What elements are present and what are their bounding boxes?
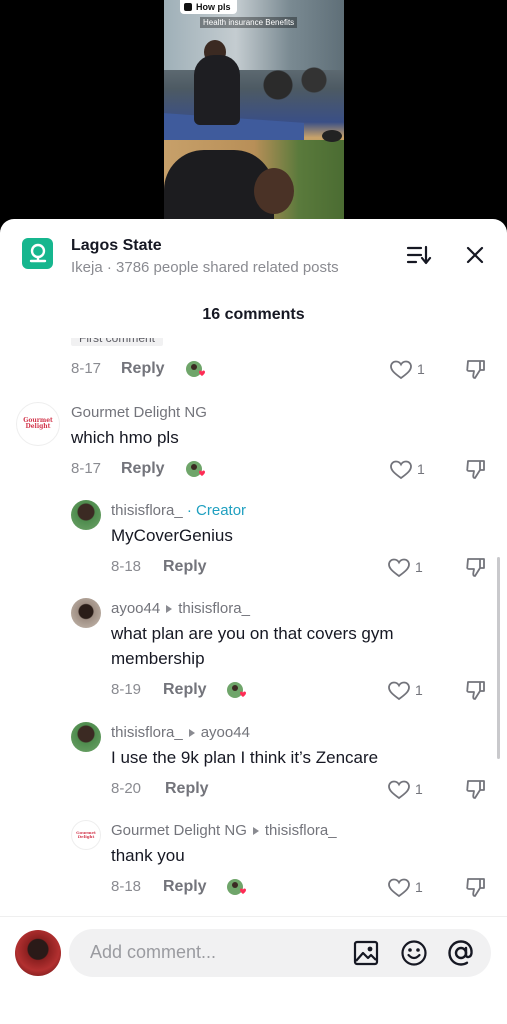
first-comment-tag: First comment	[71, 338, 164, 346]
comment-username[interactable]: thisisflora_ · Creator	[111, 502, 246, 519]
video-player[interactable]	[164, 0, 344, 222]
location-icon[interactable]	[22, 238, 53, 269]
sort-icon[interactable]	[406, 243, 432, 267]
reply-arrow-icon	[166, 604, 173, 613]
comment-date: 8-17	[71, 360, 102, 377]
reply-to-username: thisisflora_	[178, 600, 250, 617]
creator-badge: · Creator	[186, 502, 247, 519]
avatar-logo-text: Gourmet Delight	[76, 830, 96, 839]
dislike-icon[interactable]	[465, 358, 487, 380]
reply-to-username: thisisflora_	[264, 822, 337, 839]
dislike-icon[interactable]	[465, 679, 487, 701]
dislike-icon[interactable]	[465, 778, 487, 800]
comment-text: which hmo pls	[71, 428, 179, 447]
dislike-icon[interactable]	[465, 556, 487, 578]
heart-icon[interactable]	[388, 780, 410, 800]
video-badge-text: How pls	[196, 2, 231, 12]
reply-button[interactable]: Reply	[163, 681, 207, 699]
location-title[interactable]: Lagos State	[71, 237, 162, 255]
like-count: 1	[417, 461, 425, 477]
comment-username[interactable]: Gourmet Delight NG thisisflora_	[111, 822, 337, 839]
mention-icon[interactable]	[447, 939, 475, 967]
heart-icon[interactable]	[390, 360, 412, 380]
avatar[interactable]	[71, 722, 101, 752]
avatar[interactable]	[71, 598, 101, 628]
comments-list[interactable]: First comment 8-17 Reply 1 Gourmet Delig…	[0, 338, 507, 916]
comment-text: MyCoverGenius	[111, 526, 233, 545]
comment-text: what plan are you on that covers gym	[111, 624, 394, 643]
dislike-icon[interactable]	[465, 458, 487, 480]
comment-date: 8-18	[111, 558, 142, 575]
comment-text: I use the 9k plan I think it’s Zencare	[111, 748, 379, 767]
reaction-icon[interactable]	[185, 359, 207, 379]
dislike-icon[interactable]	[465, 876, 487, 898]
comment-username[interactable]: thisisflora_ ayoo44	[111, 724, 250, 741]
heart-icon[interactable]	[388, 558, 410, 578]
avatar[interactable]: Gourmet Delight	[71, 820, 101, 850]
like-count: 1	[415, 879, 423, 895]
reply-button[interactable]: Reply	[163, 878, 207, 896]
heart-icon[interactable]	[390, 460, 412, 480]
comment-date: 8-17	[71, 460, 102, 477]
reaction-icon[interactable]	[226, 877, 248, 897]
reply-button[interactable]: Reply	[121, 360, 165, 378]
question-icon	[184, 3, 192, 11]
comment-input-placeholder: Add comment...	[90, 942, 217, 962]
emoji-icon[interactable]	[400, 939, 428, 967]
my-avatar[interactable]	[15, 930, 61, 976]
comment-date: 8-18	[111, 878, 142, 895]
comments-count: 16 comments	[202, 306, 305, 323]
like-count: 1	[415, 682, 423, 698]
video-scene-weight	[322, 130, 342, 142]
comment-username[interactable]: ayoo44 thisisflora_	[111, 600, 250, 617]
username-text: Gourmet Delight NG	[111, 822, 247, 839]
reaction-icon[interactable]	[226, 680, 248, 700]
avatar-logo-text: Gourmet Delight	[23, 417, 53, 430]
reply-arrow-icon	[188, 728, 195, 737]
video-question-badge[interactable]: How pls	[180, 0, 237, 14]
reply-button[interactable]: Reply	[163, 558, 207, 576]
reply-arrow-icon	[252, 826, 259, 835]
video-scene-person	[194, 55, 240, 125]
comment-text-line2: membership	[111, 649, 205, 668]
comment-date: 8-20	[111, 780, 142, 797]
comment-username[interactable]: Gourmet Delight NG	[71, 404, 207, 421]
reply-button[interactable]: Reply	[165, 780, 209, 798]
location-subtitle: Ikeja · 3786 people shared related posts	[71, 259, 339, 276]
reply-button[interactable]: Reply	[121, 460, 165, 478]
scrollbar[interactable]	[497, 557, 500, 759]
image-icon[interactable]	[352, 939, 380, 967]
comment-date: 8-19	[111, 681, 142, 698]
close-icon[interactable]	[463, 243, 487, 267]
like-count: 1	[415, 781, 423, 797]
username-text: ayoo44	[111, 600, 161, 617]
avatar[interactable]	[71, 500, 101, 530]
heart-icon[interactable]	[388, 681, 410, 701]
username-text: thisisflora_	[111, 724, 183, 741]
reaction-icon[interactable]	[185, 459, 207, 479]
video-scene-people	[254, 60, 334, 110]
like-count: 1	[415, 559, 423, 575]
heart-icon[interactable]	[388, 878, 410, 898]
avatar[interactable]: Gourmet Delight	[16, 402, 60, 446]
video-caption: Health insurance Benefits	[200, 17, 298, 28]
reply-to-username: ayoo44	[200, 724, 250, 741]
like-count: 1	[417, 361, 425, 377]
comment-text: thank you	[111, 846, 185, 865]
username-text: thisisflora_	[111, 502, 183, 519]
video-scene-head-lying	[254, 168, 294, 214]
